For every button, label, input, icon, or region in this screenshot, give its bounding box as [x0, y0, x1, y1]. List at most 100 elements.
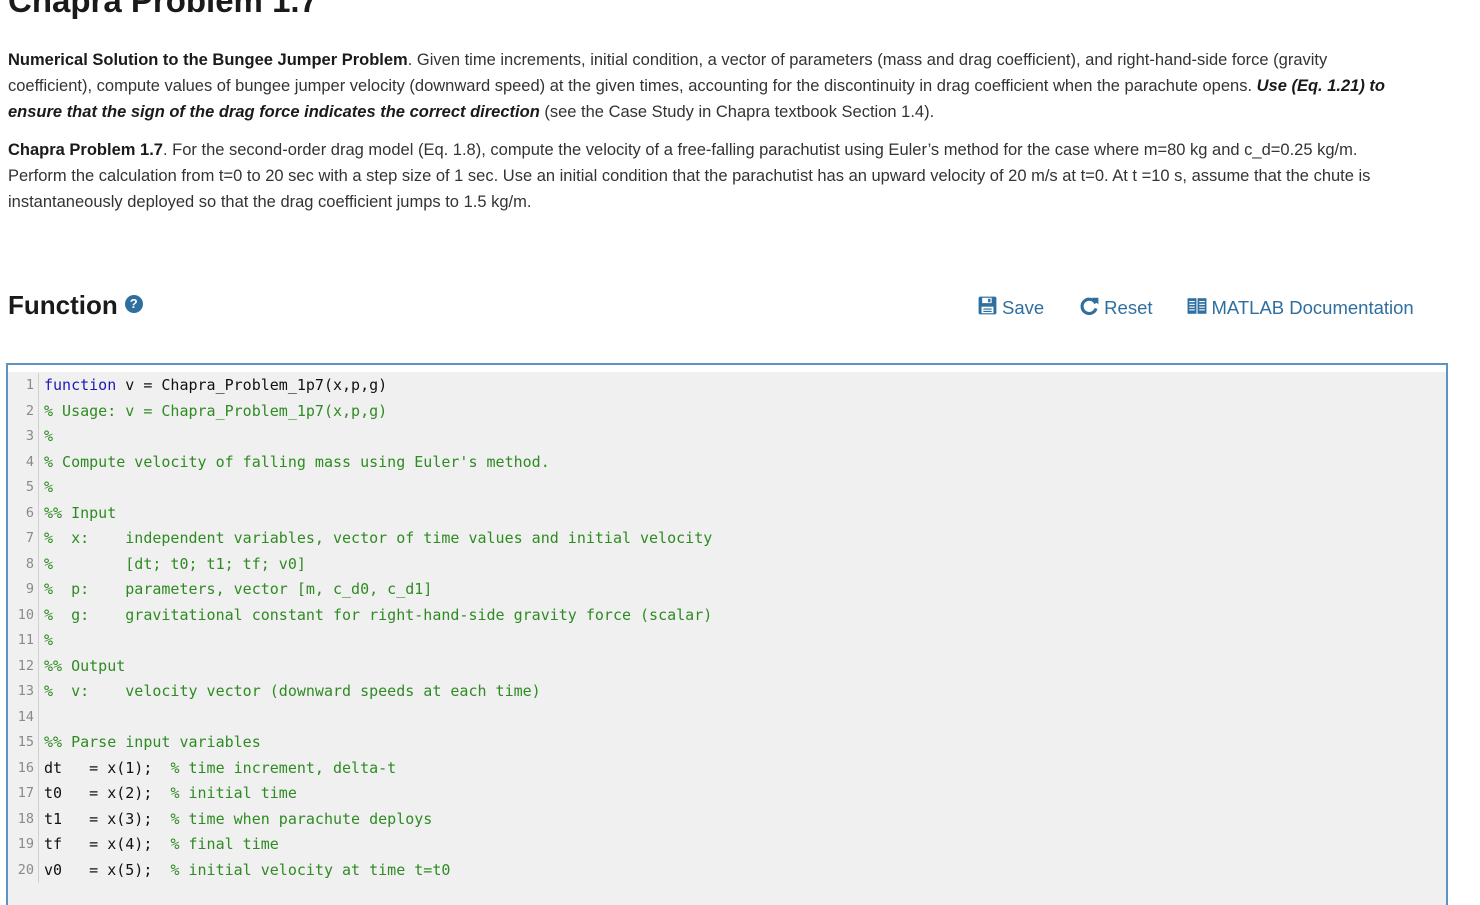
- line-number: 1: [8, 373, 39, 399]
- code-line[interactable]: 13 % v: velocity vector (downward speeds …: [8, 679, 1446, 705]
- code-line[interactable]: 10 % g: gravitational constant for right-…: [8, 602, 1446, 629]
- code-line[interactable]: 5%: [8, 475, 1446, 501]
- line-number: 20: [8, 857, 39, 883]
- floppy-disk-icon: [978, 296, 997, 320]
- code-keyword: function: [44, 376, 117, 394]
- code-line[interactable]: 3%: [8, 424, 1446, 450]
- code-comment: %: [44, 631, 54, 649]
- code-text[interactable]: % g: gravitational constant for right-ha…: [39, 603, 712, 629]
- code-line[interactable]: 11%: [8, 628, 1446, 654]
- code-comment: % v: velocity vector (downward speeds at…: [44, 682, 541, 700]
- code-comment: % time increment, delta-t: [170, 758, 397, 777]
- code-text[interactable]: %% Parse input variables: [39, 730, 261, 756]
- code-text[interactable]: v0 = x(5); % initial velocity at time t=…: [39, 858, 450, 884]
- line-number: 18: [8, 806, 39, 832]
- line-number: 5: [8, 475, 39, 501]
- line-number: 7: [8, 526, 39, 552]
- code-text[interactable]: t1 = x(3); % time when parachute deploys: [39, 807, 432, 833]
- save-button[interactable]: Save: [978, 296, 1044, 320]
- code-line[interactable]: 14: [8, 704, 1446, 731]
- code-text[interactable]: % [dt; t0; t1; tf; v0]: [39, 552, 306, 578]
- code-text[interactable]: t0 = x(2); % initial time: [39, 781, 297, 807]
- line-number: 2: [8, 398, 39, 424]
- code-line[interactable]: 20 v0 = x(5); % initial velocity at time …: [8, 857, 1446, 884]
- description-tail: (see the Case Study in Chapra textbook S…: [539, 103, 935, 121]
- line-number: 15: [8, 730, 39, 756]
- code-line[interactable]: 4 % Compute velocity of falling mass usin…: [8, 449, 1446, 476]
- code-text[interactable]: tf = x(4); % final time: [39, 832, 279, 858]
- description-heading: Numerical Solution to the Bungee Jumper …: [8, 51, 408, 69]
- line-number: 9: [8, 577, 39, 603]
- code-comment: % final time: [170, 835, 279, 853]
- code-text[interactable]: %% Output: [39, 654, 125, 680]
- line-number: 6: [8, 500, 39, 526]
- matlab-documentation-link[interactable]: MATLAB Documentation: [1187, 297, 1414, 320]
- code-comment: % Usage: v = Chapra_Problem_1p7(x,p,g): [44, 401, 388, 420]
- code-comment: % p: parameters, vector [m, c_d0, c_d1]: [44, 580, 433, 598]
- problem-heading: Chapra Problem 1.7: [8, 141, 163, 159]
- line-number: 3: [8, 424, 39, 450]
- code-line[interactable]: 7 % x: independent variables, vector of t…: [8, 526, 1446, 552]
- code-statement: tf = x(4);: [44, 835, 171, 853]
- code-text[interactable]: %% Input: [39, 501, 116, 527]
- code-text[interactable]: function v = Chapra_Problem_1p7(x,p,g): [39, 373, 387, 399]
- code-text[interactable]: %: [39, 424, 53, 450]
- code-statement: v0 = x(5);: [44, 860, 171, 879]
- code-line[interactable]: 12 %% Output: [8, 653, 1446, 680]
- line-number: 8: [8, 551, 39, 577]
- line-number: 10: [8, 602, 39, 628]
- code-comment: %% Parse input variables: [44, 733, 261, 751]
- code-line[interactable]: 19 tf = x(4); % final time: [8, 832, 1446, 858]
- reset-label: Reset: [1104, 297, 1153, 318]
- code-statement: t1 = x(3);: [44, 809, 171, 828]
- code-text[interactable]: %: [39, 628, 53, 654]
- line-number: 14: [8, 704, 39, 730]
- code-line[interactable]: 17 t0 = x(2); % initial time: [8, 781, 1446, 807]
- code-editor[interactable]: 1 function v = Chapra_Problem_1p7(x,p,g) 2…: [6, 363, 1448, 905]
- book-icon: [1187, 297, 1207, 320]
- code-text[interactable]: % x: independent variables, vector of ti…: [39, 526, 712, 552]
- problem-statement: Chapra Problem 1.7. For the second-order…: [8, 137, 1408, 215]
- line-number: 13: [8, 679, 39, 705]
- code-line[interactable]: 15 %% Parse input variables: [8, 730, 1446, 756]
- code-comment: % Compute velocity of falling mass using…: [44, 452, 550, 471]
- code-comment: % initial velocity at time t=t0: [170, 860, 451, 879]
- code-comment: % [dt; t0; t1; tf; v0]: [44, 554, 306, 573]
- code-text[interactable]: % p: parameters, vector [m, c_d0, c_d1]: [39, 577, 432, 603]
- line-number: 4: [8, 449, 39, 475]
- code-comment: %: [44, 478, 54, 496]
- code-statement: dt = x(1);: [44, 758, 171, 777]
- reset-button[interactable]: Reset: [1080, 296, 1153, 320]
- code-comment: %: [44, 427, 54, 445]
- code-line[interactable]: 18 t1 = x(3); % time when parachute deplo…: [8, 806, 1446, 833]
- question-circle-icon[interactable]: ?: [124, 295, 143, 313]
- problem-text: . For the second-order drag model (Eq. 1…: [8, 141, 1371, 211]
- line-number: 17: [8, 781, 39, 807]
- code-line[interactable]: 1 function v = Chapra_Problem_1p7(x,p,g): [8, 373, 1446, 399]
- code-line[interactable]: 6 %% Input: [8, 500, 1446, 527]
- line-number: 19: [8, 832, 39, 858]
- code-statement: v = Chapra_Problem_1p7(x,p,g): [116, 376, 388, 394]
- code-text[interactable]: %: [39, 475, 53, 501]
- line-number: 12: [8, 653, 39, 679]
- editor-toolbar: Save Reset MATLAB Documentation: [978, 296, 1414, 320]
- function-title-text: Function: [8, 290, 118, 320]
- code-line[interactable]: 16 dt = x(1); % time increment, delta-t: [8, 755, 1446, 782]
- problem-description: Numerical Solution to the Bungee Jumper …: [8, 47, 1408, 125]
- code-line[interactable]: 9 % p: parameters, vector [m, c_d0, c_d1]: [8, 577, 1446, 603]
- code-comment: %% Input: [44, 503, 117, 522]
- docs-label: MATLAB Documentation: [1211, 297, 1414, 318]
- code-line[interactable]: 8 % [dt; t0; t1; tf; v0]: [8, 551, 1446, 578]
- code-text[interactable]: % v: velocity vector (downward speeds at…: [39, 679, 541, 705]
- code-line[interactable]: 2 % Usage: v = Chapra_Problem_1p7(x,p,g): [8, 398, 1446, 425]
- code-comment: % initial time: [170, 784, 297, 802]
- function-section-title: Function?: [8, 288, 143, 322]
- code-comment: % g: gravitational constant for right-ha…: [44, 605, 713, 624]
- code-text[interactable]: [39, 705, 44, 731]
- code-comment: % x: independent variables, vector of ti…: [44, 529, 713, 547]
- code-lines[interactable]: 1 function v = Chapra_Problem_1p7(x,p,g) 2…: [8, 373, 1446, 883]
- code-text[interactable]: dt = x(1); % time increment, delta-t: [39, 756, 396, 782]
- code-text[interactable]: % Compute velocity of falling mass using…: [39, 450, 550, 476]
- code-text[interactable]: % Usage: v = Chapra_Problem_1p7(x,p,g): [39, 399, 387, 425]
- code-comment: % time when parachute deploys: [170, 809, 433, 828]
